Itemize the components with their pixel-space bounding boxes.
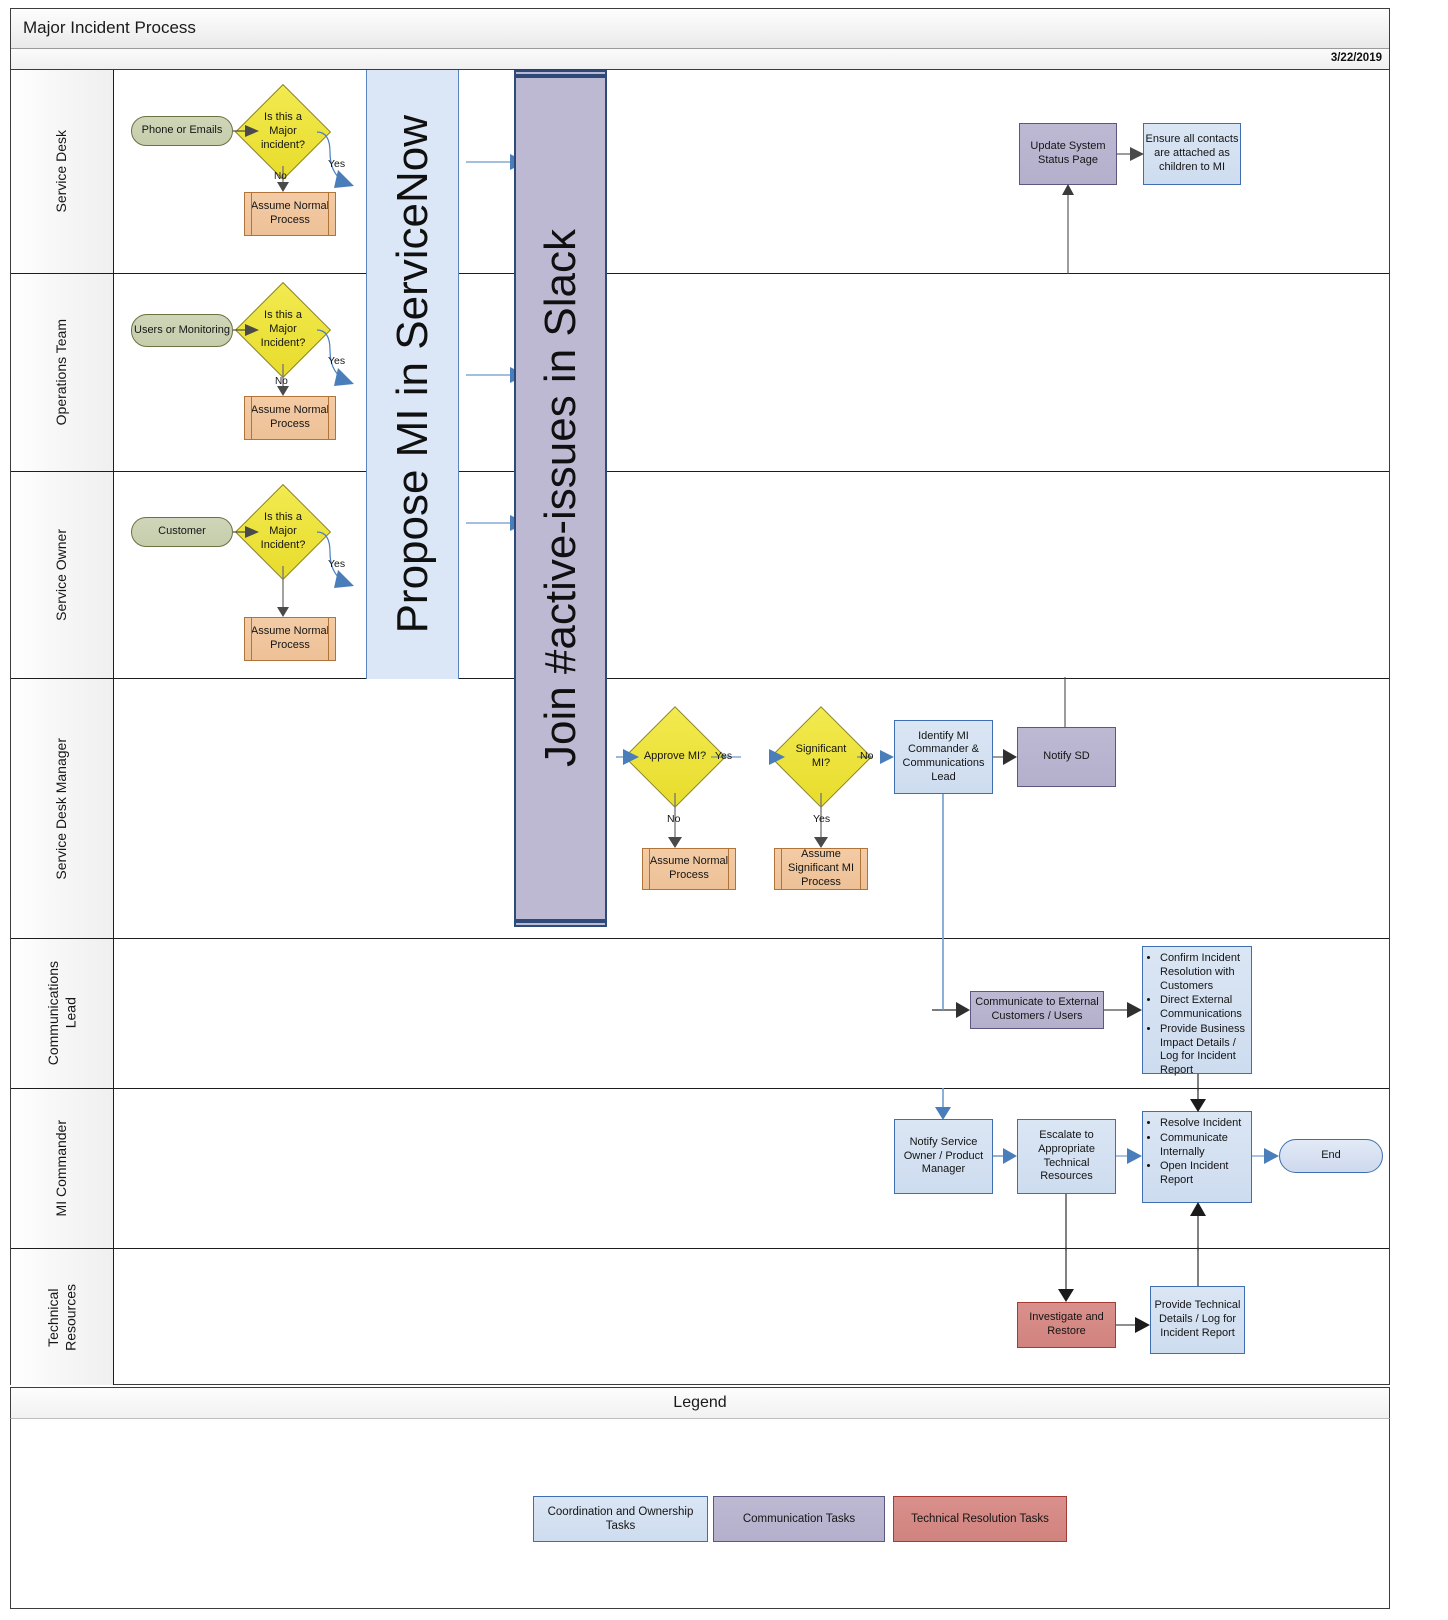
node-communicate-to-external-customers[interactable]: Communicate to External Customers / User… xyxy=(970,991,1104,1029)
edge-label-sd-no: No xyxy=(274,171,287,182)
node-assume-normal-process-sd[interactable]: Assume Normal Process xyxy=(244,192,336,236)
edge-label-so-yes: Yes xyxy=(328,558,346,570)
lane-label: Service Desk Manager xyxy=(53,737,70,880)
node-sd-major-decision[interactable]: Is this a Major incident? xyxy=(234,83,332,181)
edge-label-significant-no: No xyxy=(860,750,874,762)
node-assume-normal-process-sdm[interactable]: Assume Normal Process xyxy=(642,848,736,890)
lane-body-operations-team: Users or Monitoring Is this a Major Inci… xyxy=(114,274,1389,471)
edge-label-approve-no: No xyxy=(667,813,681,825)
lane-header-operations-team: Operations Team xyxy=(11,274,114,471)
lane-body-service-owner: Customer Is this a Major Incident? Assum… xyxy=(114,472,1389,678)
legend-item-coordination[interactable]: Coordination and Ownership Tasks xyxy=(533,1496,708,1542)
lane-body-communications-lead: Communicate to External Customers / User… xyxy=(114,938,1389,1091)
swimlane-service-desk: Service Desk Phone or Emails Is this a M… xyxy=(11,70,1389,274)
resolve-bullet-list: Resolve Incident Communicate Internally … xyxy=(1145,1117,1247,1188)
swimlane-service-owner: Service Owner Customer Is this a Major I… xyxy=(11,472,1389,679)
node-ensure-contacts-attached[interactable]: Ensure all contacts are attached as chil… xyxy=(1143,123,1241,185)
legend-item-technical[interactable]: Technical Resolution Tasks xyxy=(893,1496,1067,1542)
node-update-system-status-page[interactable]: Update System Status Page xyxy=(1019,123,1117,185)
lane-body-mi-commander: Notify Service Owner / Product Manager E… xyxy=(114,1088,1389,1251)
lane-body-service-desk: Phone or Emails Is this a Major incident… xyxy=(114,70,1389,274)
node-significant-mi-decision[interactable]: Significant MI? xyxy=(770,706,872,808)
lane-header-service-desk-manager: Service Desk Manager xyxy=(11,679,114,938)
node-notify-service-owner[interactable]: Notify Service Owner / Product Manager xyxy=(894,1119,993,1194)
lane-body-technical-resources: Investigate and Restore Provide Technica… xyxy=(114,1247,1389,1385)
lane-label: Service Owner xyxy=(53,529,70,621)
node-confirm-incident-resolution[interactable]: Confirm Incident Resolution with Custome… xyxy=(1142,946,1252,1076)
swimlane-technical-resources: Technical Resources Investigate and Rest… xyxy=(11,1247,1389,1385)
edge-label-ops-no: No xyxy=(275,376,288,387)
node-escalate-to-technical-resources[interactable]: Escalate to Appropriate Technical Resour… xyxy=(1017,1119,1116,1194)
lane-label: MI Commander xyxy=(53,1120,70,1217)
legend-item-communication[interactable]: Communication Tasks xyxy=(713,1496,885,1542)
band-join-active-issues-in-slack[interactable]: Join #active-issues in Slack xyxy=(514,76,607,921)
diagram-title-bar: Major Incident Process xyxy=(11,9,1389,49)
lane-header-mi-commander: MI Commander xyxy=(11,1089,114,1248)
node-assume-normal-process-ops[interactable]: Assume Normal Process xyxy=(244,396,336,440)
edge-label-significant-yes: Yes xyxy=(813,813,831,825)
lane-label: Communications Lead xyxy=(44,961,79,1066)
swimlane-service-desk-manager: Service Desk Manager Approve MI? Signifi… xyxy=(11,677,1389,939)
legend-title-bar: Legend xyxy=(10,1387,1390,1419)
diagram-date-bar: 3/22/2019 xyxy=(11,49,1389,70)
lane-body-service-desk-manager: Approve MI? Significant MI? Identify MI … xyxy=(114,677,1389,939)
process-diagram-frame: Major Incident Process 3/22/2019 Service… xyxy=(10,8,1390,1385)
node-users-or-monitoring[interactable]: Users or Monitoring xyxy=(131,314,233,347)
lane-label: Technical Resources xyxy=(44,1283,79,1351)
node-end[interactable]: End xyxy=(1279,1139,1383,1173)
swimlane-operations-team: Operations Team Users or Monitoring Is t… xyxy=(11,274,1389,472)
lane-label: Operations Team xyxy=(53,319,70,426)
diagram-canvas: Major Incident Process 3/22/2019 Service… xyxy=(0,0,1448,1620)
connectors-service-desk-manager xyxy=(616,677,1066,939)
lane-label: Service Desk xyxy=(53,130,70,213)
swimlane-mi-commander: MI Commander Notify Service Owner / Prod… xyxy=(11,1088,1389,1251)
swimlane-communications-lead: Communications Lead Communicate to Exter… xyxy=(11,938,1389,1091)
edge-label-approve-yes: Yes xyxy=(715,750,733,762)
node-customer[interactable]: Customer xyxy=(131,517,233,547)
band-propose-mi-in-servicenow[interactable]: Propose MI in ServiceNow xyxy=(366,70,459,679)
node-provide-technical-details[interactable]: Provide Technical Details / Log for Inci… xyxy=(1150,1286,1245,1354)
lane-header-service-owner: Service Owner xyxy=(11,472,114,678)
node-resolve-incident[interactable]: Resolve Incident Communicate Internally … xyxy=(1142,1111,1252,1203)
legend-title: Legend xyxy=(673,1394,727,1411)
node-investigate-and-restore[interactable]: Investigate and Restore xyxy=(1017,1302,1116,1348)
lane-header-technical-resources: Technical Resources xyxy=(11,1249,114,1385)
lane-header-service-desk: Service Desk xyxy=(11,70,114,273)
node-notify-sd[interactable]: Notify SD xyxy=(1017,727,1116,787)
node-ops-major-decision[interactable]: Is this a Major Incident? xyxy=(234,281,332,379)
node-identify-mi-commander[interactable]: Identify MI Commander & Communications L… xyxy=(894,720,993,794)
node-assume-significant-mi-process[interactable]: Assume Significant MI Process xyxy=(774,848,868,890)
page-title: Major Incident Process xyxy=(23,18,196,37)
edge-label-ops-yes: Yes xyxy=(328,355,346,367)
node-so-major-decision[interactable]: Is this a Major Incident? xyxy=(234,483,332,581)
node-assume-normal-process-so[interactable]: Assume Normal Process xyxy=(244,617,336,661)
slack-band-bottom-cap xyxy=(514,921,607,927)
node-phone-or-emails[interactable]: Phone or Emails xyxy=(131,116,233,146)
edge-label-sd-yes: Yes xyxy=(328,158,346,170)
diagram-date: 3/22/2019 xyxy=(1330,52,1382,64)
confirm-resolution-bullet-list: Confirm Incident Resolution with Custome… xyxy=(1145,952,1247,1078)
node-approve-mi-decision[interactable]: Approve MI? xyxy=(624,706,726,808)
lane-header-communications-lead: Communications Lead xyxy=(11,939,114,1088)
